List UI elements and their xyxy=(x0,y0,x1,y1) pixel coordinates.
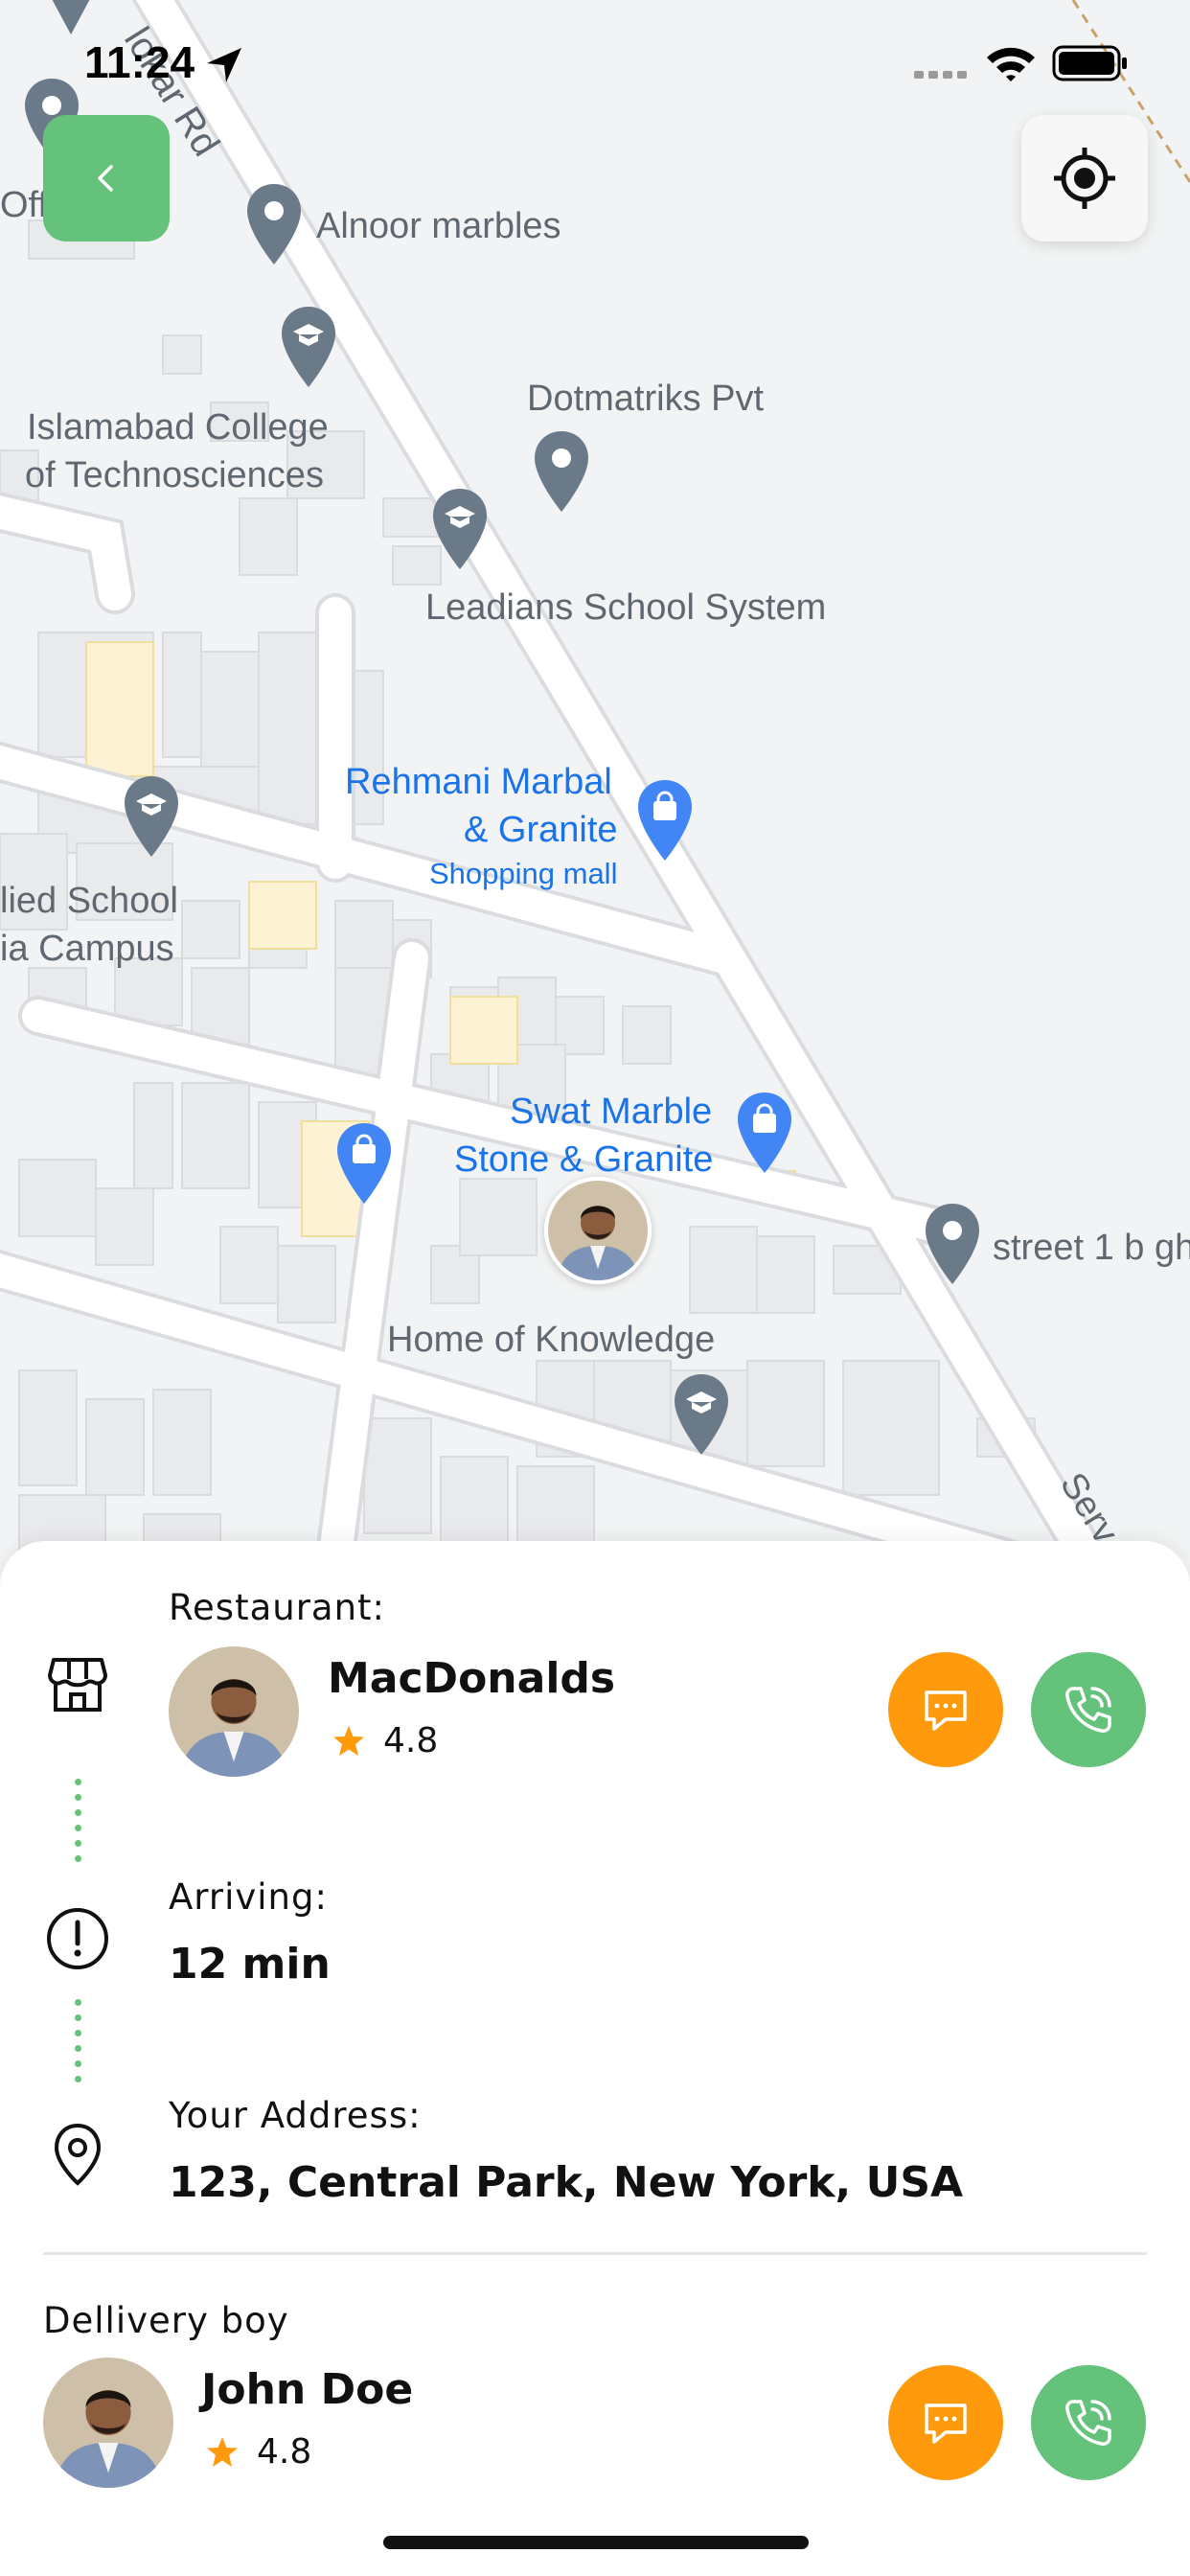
map-label-alnoor: Alnoor marbles xyxy=(316,206,561,246)
restaurant-rating-value: 4.8 xyxy=(383,1721,439,1760)
delivery-rating: 4.8 xyxy=(205,2432,311,2472)
alert-circle-icon xyxy=(47,1908,108,1969)
restaurant-chat-button[interactable] xyxy=(888,1652,1003,1767)
map-pin-icon[interactable] xyxy=(243,182,305,266)
map-label-street: street 1 b gh xyxy=(993,1228,1190,1268)
map-label-rehmani-3: Shopping mall xyxy=(429,857,618,890)
shopping-pin-icon[interactable] xyxy=(734,1091,795,1175)
map-label-dotmatriks: Dotmatriks Pvt xyxy=(527,379,765,419)
restaurant-name: MacDonalds xyxy=(328,1654,616,1703)
school-pin-icon[interactable] xyxy=(121,774,182,859)
status-time: 11:24 xyxy=(84,37,195,87)
address-value: 123, Central Park, New York, USA xyxy=(169,2158,964,2207)
location-pin-icon xyxy=(54,2123,102,2186)
back-button[interactable] xyxy=(43,115,170,242)
map-label-islamabad-1: Islamabad College xyxy=(27,407,329,448)
school-pin-icon[interactable] xyxy=(278,305,339,389)
restaurant-rating: 4.8 xyxy=(332,1721,438,1760)
delivery-chat-button[interactable] xyxy=(888,2365,1003,2480)
restaurant-avatar xyxy=(169,1646,299,1777)
star-icon xyxy=(333,1725,364,1756)
avatar-image xyxy=(548,1181,648,1280)
route-connector xyxy=(75,1999,82,2091)
location-arrow-icon xyxy=(207,48,241,82)
crosshair-icon xyxy=(1054,148,1115,209)
school-pin-icon[interactable] xyxy=(429,487,491,571)
map-label-allied-2: ia Campus xyxy=(0,929,174,969)
status-bar: 11:24 xyxy=(0,0,1190,125)
map-label-home-knowledge: Home of Knowledge xyxy=(387,1320,716,1360)
delivery-avatar xyxy=(43,2358,173,2488)
delivery-name: John Doe xyxy=(201,2365,414,2414)
arriving-label: Arriving: xyxy=(169,1876,328,1918)
chevron-left-icon xyxy=(98,165,113,192)
restaurant-call-button[interactable] xyxy=(1031,1652,1146,1767)
store-icon xyxy=(48,1658,107,1712)
map-label-leadians: Leadians School System xyxy=(425,587,827,628)
restaurant-label: Restaurant: xyxy=(169,1587,386,1628)
school-pin-icon[interactable] xyxy=(671,1372,732,1457)
map-label-rehmani-2: & Granite xyxy=(464,810,618,850)
chat-icon xyxy=(925,2404,967,2444)
home-indicator[interactable] xyxy=(383,2536,809,2549)
map-label-swat-2: Stone & Granite xyxy=(454,1139,714,1180)
map-label-allied-1: lied School xyxy=(0,881,178,921)
map-pin-icon[interactable] xyxy=(531,429,592,514)
delivery-label: Dellivery boy xyxy=(43,2300,289,2341)
arriving-time: 12 min xyxy=(169,1940,331,1989)
delivery-location-avatar[interactable] xyxy=(544,1177,652,1284)
phone-icon xyxy=(1065,2400,1111,2446)
chat-icon xyxy=(925,1690,967,1731)
battery-icon xyxy=(1052,45,1127,81)
map-view[interactable]: lokar Rd Offi Alnoor marbles Dotmatriks … xyxy=(0,0,1190,1610)
delivery-call-button[interactable] xyxy=(1031,2365,1146,2480)
signal-icon xyxy=(914,71,967,79)
star-icon xyxy=(207,2436,238,2467)
map-label-swat-1: Swat Marble xyxy=(510,1092,713,1132)
delivery-rating-value: 4.8 xyxy=(257,2432,312,2472)
map-label-islamabad-2: of Technosciences xyxy=(25,455,324,495)
locate-me-button[interactable] xyxy=(1021,115,1148,242)
map-pin-icon[interactable] xyxy=(922,1202,983,1286)
address-label: Your Address: xyxy=(169,2095,422,2136)
wifi-icon xyxy=(987,47,1035,81)
phone-icon xyxy=(1065,1687,1111,1733)
avatar-image xyxy=(169,1646,299,1777)
divider xyxy=(43,2252,1147,2255)
shopping-pin-icon[interactable] xyxy=(333,1121,395,1206)
shopping-pin-icon[interactable] xyxy=(634,778,696,862)
map-label-rehmani-1: Rehmani Marbal xyxy=(345,762,612,802)
route-connector xyxy=(75,1779,82,1871)
avatar-image xyxy=(43,2358,173,2488)
